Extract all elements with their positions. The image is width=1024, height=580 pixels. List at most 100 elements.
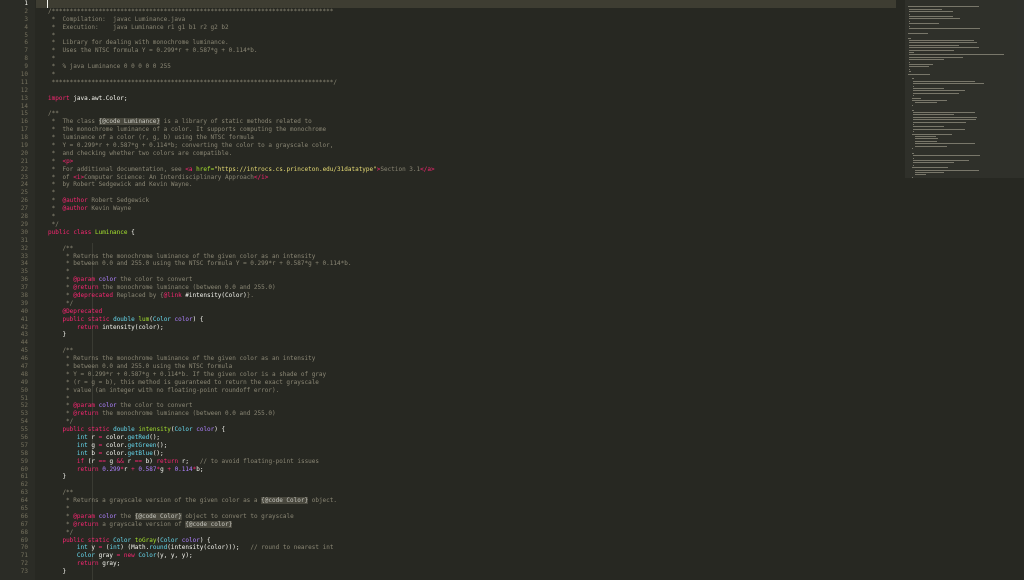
- code-line[interactable]: return 0.299*r + 0.587*g + 0.114*b;: [36, 466, 896, 474]
- code-line[interactable]: /**: [36, 245, 896, 253]
- code-line[interactable]: * @return a grayscale version of {@code …: [36, 520, 896, 529]
- code-line[interactable]: *: [36, 55, 896, 63]
- code-line[interactable]: * Returns the monochrome luminance of th…: [36, 253, 896, 261]
- code-line[interactable]: public static double lum(Color color) {: [36, 316, 896, 324]
- code-line[interactable]: * Library for dealing with monochrome lu…: [36, 39, 896, 47]
- code-line[interactable]: if (r == g && r == b) return r; // to av…: [36, 458, 896, 466]
- code-line[interactable]: ****************************************…: [36, 79, 896, 87]
- minimap[interactable]: [905, 0, 1024, 580]
- code-line[interactable]: }: [36, 331, 896, 339]
- line-number: 63: [20, 489, 28, 497]
- code-line[interactable]: }: [36, 473, 896, 481]
- code-line[interactable]: * between 0.0 and 255.0 using the NTSC f…: [36, 260, 896, 268]
- code-token: *: [48, 276, 74, 284]
- minimap-line: [908, 49, 954, 51]
- code-line[interactable]: */: [36, 418, 896, 426]
- code-line[interactable]: Color gray = new Color(y, y, y);: [36, 552, 896, 560]
- code-line[interactable]: * by Robert Sedgewick and Kevin Wayne.: [36, 181, 896, 189]
- code-line[interactable]: [36, 481, 896, 489]
- code-line[interactable]: * @param color the color to convert: [36, 402, 896, 410]
- code-line[interactable]: * of <i>Computer Science: An Interdiscip…: [36, 174, 896, 182]
- code-line[interactable]: public class Luminance {: [36, 229, 896, 237]
- code-line[interactable]: [36, 237, 896, 245]
- code-line[interactable]: /**: [36, 110, 896, 118]
- code-line[interactable]: return gray;: [36, 560, 896, 568]
- code-line[interactable]: * between 0.0 and 255.0 using the NTSC f…: [36, 363, 896, 371]
- code-token: color: [181, 536, 200, 544]
- code-line[interactable]: * @author Robert Sedgewick: [36, 197, 896, 205]
- code-line[interactable]: * Compilation: javac Luminance.java: [36, 16, 896, 24]
- code-area[interactable]: /***************************************…: [36, 0, 896, 580]
- code-line[interactable]: * Y = 0.299*r + 0.587*g + 0.114*b; conve…: [36, 142, 896, 150]
- code-line[interactable]: * @author Kevin Wayne: [36, 205, 896, 213]
- code-line[interactable]: * Uses the NTSC formula Y = 0.299*r + 0.…: [36, 47, 896, 55]
- code-line[interactable]: *: [36, 189, 896, 197]
- code-line[interactable]: * @return the monochrome luminance (betw…: [36, 410, 896, 418]
- code-line[interactable]: * For additional documentation, see <a h…: [36, 166, 896, 174]
- code-line[interactable]: * % java Luminance 0 0 0 0 0 255: [36, 63, 896, 71]
- code-line[interactable]: [36, 103, 896, 111]
- code-line[interactable]: return intensity(color);: [36, 324, 896, 332]
- code-line[interactable]: *: [36, 71, 896, 79]
- code-line[interactable]: * Execution: java Luminance r1 g1 b1 r2 …: [36, 24, 896, 32]
- code-line[interactable]: int y = (int) (Math.round(intensity(colo…: [36, 544, 896, 552]
- code-line[interactable]: /**: [36, 347, 896, 355]
- code-line[interactable]: * Returns the monochrome luminance of th…: [36, 355, 896, 363]
- code-line[interactable]: */: [36, 300, 896, 308]
- code-line[interactable]: *: [36, 395, 896, 403]
- code-line[interactable]: int r = color.getRed();: [36, 434, 896, 442]
- code-token: ****************************************…: [48, 78, 337, 86]
- code-line[interactable]: */: [36, 221, 896, 229]
- code-line[interactable]: *: [36, 213, 896, 221]
- minimap-line: [911, 148, 913, 149]
- code-line[interactable]: * @param color the color to convert: [36, 276, 896, 284]
- code-token: * Compilation: javac Luminance.java: [48, 15, 186, 23]
- code-line[interactable]: int g = color.getGreen();: [36, 442, 896, 450]
- code-line[interactable]: * @return the monochrome luminance (betw…: [36, 284, 896, 292]
- code-line[interactable]: }: [36, 568, 896, 576]
- code-line[interactable]: * @deprecated Replaced by {@link #intens…: [36, 292, 896, 300]
- code-token: public: [62, 536, 85, 544]
- code-line[interactable]: [36, 0, 896, 8]
- minimap-line: [912, 160, 970, 161]
- minimap-viewport[interactable]: [905, 0, 1024, 178]
- code-line[interactable]: * luminance of a color (r, g, b) using t…: [36, 134, 896, 142]
- code-token: /***************************************…: [48, 7, 334, 15]
- code-token: * the monochrome luminance of a color. I…: [48, 126, 327, 134]
- code-line[interactable]: int b = color.getBlue();: [36, 450, 896, 458]
- code-line[interactable]: /***************************************…: [36, 8, 896, 16]
- minimap-line: [911, 97, 922, 99]
- code-line[interactable]: [36, 339, 896, 347]
- code-line[interactable]: public static double intensity(Color col…: [36, 426, 896, 434]
- code-line[interactable]: * Returns a grayscale version of the giv…: [36, 497, 896, 505]
- code-line[interactable]: * Y = 0.299*r + 0.587*g + 0.114*b. If th…: [36, 371, 896, 379]
- code-line[interactable]: *: [36, 268, 896, 276]
- code-line[interactable]: /**: [36, 489, 896, 497]
- line-number: 65: [20, 505, 28, 512]
- code-line[interactable]: * The class {@code Luminance} is a libra…: [36, 118, 896, 126]
- code-line[interactable]: import java.awt.Color;: [36, 95, 896, 103]
- code-token: the color to convert: [116, 402, 193, 410]
- code-line[interactable]: */: [36, 529, 896, 537]
- code-token: (intensity(color)));: [167, 544, 251, 552]
- minimap-line: [908, 18, 961, 20]
- code-token: * Execution: java Luminance r1 g1 b1 r2 …: [48, 23, 229, 31]
- line-number-gutter: 1 2 3 4 5 6 7 8 9 10 11 12 13 14 15 16 17 18 19 20 21 22 23 24 2…: [0, 0, 35, 580]
- code-line[interactable]: * and checking whether two colors are co…: [36, 150, 896, 158]
- code-line[interactable]: *: [36, 505, 896, 513]
- minimap-line: [912, 95, 915, 97]
- code-token: return: [76, 323, 99, 331]
- line-number: 69: [20, 536, 28, 544]
- code-line[interactable]: *: [36, 32, 896, 40]
- minimap-line: [915, 102, 937, 104]
- code-line[interactable]: @Deprecated: [36, 308, 896, 316]
- line-number: 49: [20, 378, 28, 386]
- code-line[interactable]: * value (an integer with no floating-poi…: [36, 387, 896, 395]
- code-line[interactable]: * (r = g = b), this method is guaranteed…: [36, 379, 896, 387]
- code-line[interactable]: * @param color the {@code Color} object …: [36, 512, 896, 521]
- code-line[interactable]: * the monochrome luminance of a color. I…: [36, 126, 896, 134]
- code-line[interactable]: [36, 87, 896, 95]
- code-line[interactable]: public static Color toGray(Color color) …: [36, 537, 896, 545]
- code-line[interactable]: * <p>: [36, 158, 896, 166]
